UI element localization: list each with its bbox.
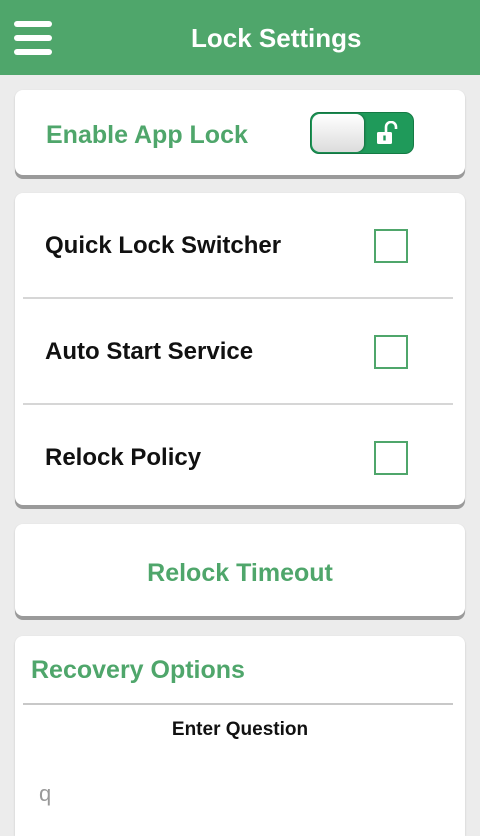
app-header: Lock Settings [0,0,480,75]
unlock-icon [377,121,398,144]
recovery-options-title: Recovery Options [31,656,245,684]
quick-lock-switcher-checkbox[interactable] [374,229,408,263]
option-label: Quick Lock Switcher [45,232,282,259]
menu-button[interactable] [14,20,52,56]
option-label: Auto Start Service [45,338,254,365]
divider [23,703,453,705]
page-title: Lock Settings [191,23,362,53]
relock-timeout-label: Relock Timeout [147,559,333,587]
option-row-auto-start-service[interactable]: Auto Start Service [15,299,465,404]
option-row-quick-lock-switcher[interactable]: Quick Lock Switcher [15,193,465,298]
recovery-options-card: Recovery Options Enter Question [15,636,465,836]
relock-policy-checkbox[interactable] [374,441,408,475]
hamburger-menu-icon [14,21,52,27]
options-card: Quick Lock Switcher Auto Start Service R… [15,193,465,505]
relock-timeout-button[interactable]: Relock Timeout [15,524,465,616]
auto-start-service-checkbox[interactable] [374,335,408,369]
option-label: Relock Policy [45,444,202,471]
enter-question-label: Enter Question [171,719,309,740]
toggle-knob[interactable] [312,114,364,152]
hamburger-menu-icon-bar [14,35,52,41]
enable-app-lock-label: Enable App Lock [46,121,248,149]
hamburger-menu-icon-bar [14,49,52,55]
app-lock-toggle[interactable] [310,112,414,154]
option-row-relock-policy[interactable]: Relock Policy [15,405,465,510]
enable-app-lock-card: Enable App Lock [15,90,465,175]
question-input[interactable] [39,776,441,812]
